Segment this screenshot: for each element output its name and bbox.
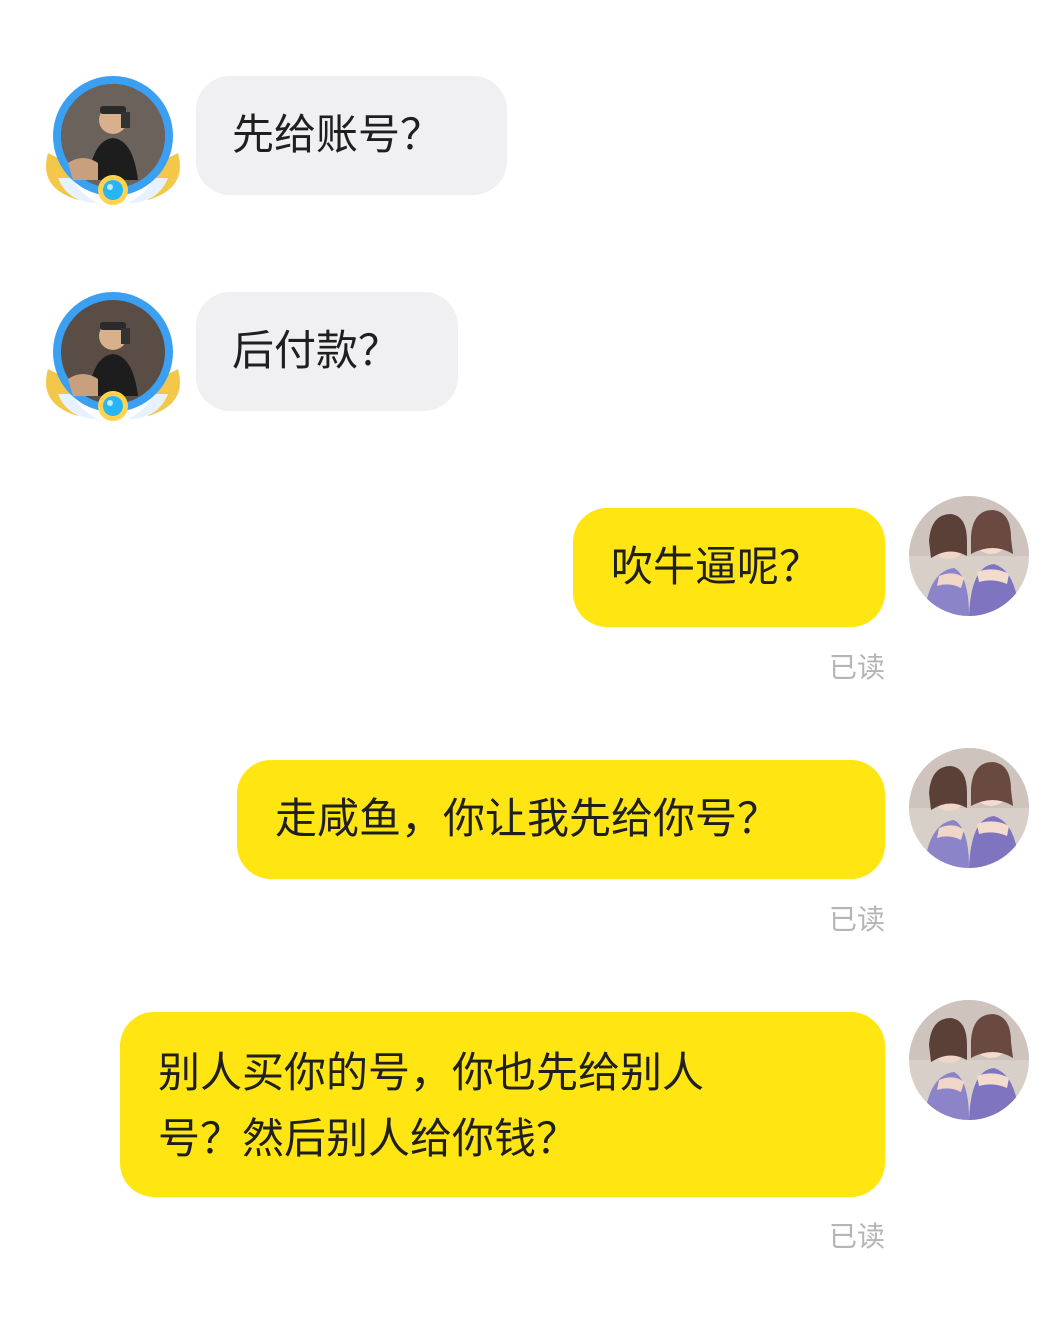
contact-avatar[interactable] [38, 68, 188, 213]
avatar-frame-wings-icon [46, 76, 180, 205]
message-bubble[interactable]: 别人买你的号，你也先给别人 号？然后别人给你钱？ [120, 1012, 885, 1197]
my-avatar[interactable] [909, 1000, 1029, 1120]
message-text: 先给账号？ [232, 110, 443, 159]
message-bubble[interactable]: 先给账号？ [196, 76, 507, 195]
message-text-line-2: 号？然后别人给你钱？ [158, 1114, 579, 1163]
contact-avatar[interactable] [38, 284, 188, 429]
read-status: 已读 [828, 1220, 885, 1253]
my-avatar[interactable] [909, 748, 1029, 868]
message-text-line-1: 别人买你的号，你也先给别人 [158, 1048, 705, 1097]
message-bubble[interactable]: 吹牛逼呢？ [573, 508, 885, 627]
read-status: 已读 [828, 651, 885, 684]
message-bubble[interactable]: 走咸鱼，你让我先给你号？ [237, 760, 885, 879]
message-text: 吹牛逼呢？ [611, 542, 822, 591]
two-women-photo-icon [909, 496, 1029, 616]
avatar-frame-wings-icon [46, 292, 180, 421]
two-women-photo-icon [909, 1000, 1029, 1120]
message-text: 走咸鱼，你让我先给你号？ [275, 794, 780, 843]
my-avatar[interactable] [909, 496, 1029, 616]
two-women-photo-icon [909, 748, 1029, 868]
read-status: 已读 [828, 903, 885, 936]
message-bubble[interactable]: 后付款？ [196, 292, 458, 411]
message-text: 后付款？ [232, 326, 401, 375]
